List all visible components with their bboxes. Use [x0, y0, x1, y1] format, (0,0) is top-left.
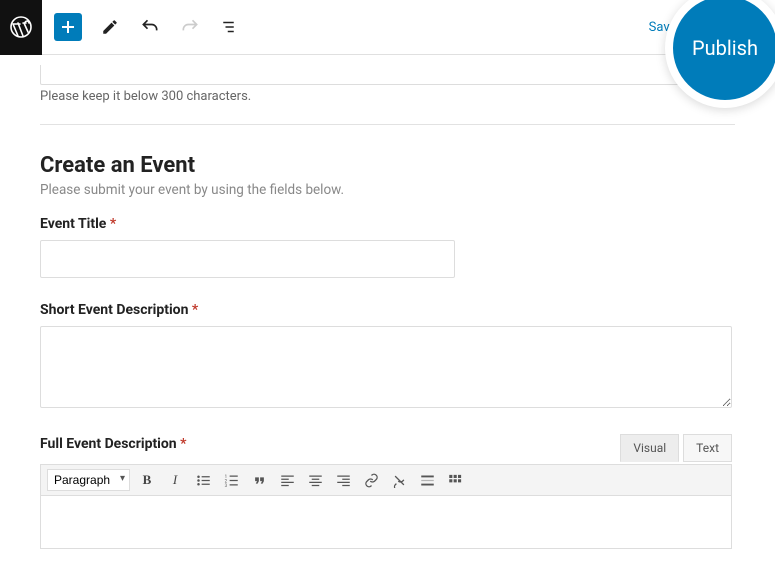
full-desc-editor-wrap: Visual Text Paragraph B I 123: [40, 464, 732, 549]
align-center-button[interactable]: [304, 469, 326, 491]
short-desc-label-text: Short Event Description: [40, 302, 188, 318]
publish-label: Publish: [692, 36, 758, 60]
blockquote-button[interactable]: [248, 469, 270, 491]
editor-toolbar: Paragraph B I 123: [41, 465, 731, 496]
svg-text:3: 3: [224, 483, 227, 487]
bulleted-list-button[interactable]: [192, 469, 214, 491]
event-title-label: Event Title *: [40, 216, 735, 232]
tab-visual[interactable]: Visual: [620, 434, 679, 462]
edit-icon[interactable]: [98, 15, 122, 39]
redo-icon[interactable]: [178, 15, 202, 39]
align-right-button[interactable]: [332, 469, 354, 491]
toolbar-toggle-button[interactable]: [444, 469, 466, 491]
numbered-list-button[interactable]: 123: [220, 469, 242, 491]
event-title-label-text: Event Title: [40, 216, 106, 232]
char-limit-help: Please keep it below 300 characters.: [40, 89, 735, 104]
italic-button[interactable]: I: [164, 469, 186, 491]
full-desc-label-text: Full Event Description: [40, 436, 177, 452]
editor-body[interactable]: [41, 496, 731, 548]
editor-topbar: Save draft: [0, 0, 775, 55]
insert-more-button[interactable]: [416, 469, 438, 491]
tab-text[interactable]: Text: [683, 434, 732, 462]
required-mark: *: [192, 302, 198, 318]
editor-tabs: Visual Text: [620, 434, 732, 462]
section-subtitle: Please submit your event by using the fi…: [40, 182, 735, 198]
unlink-button[interactable]: [388, 469, 410, 491]
section-title: Create an Event: [40, 153, 735, 178]
short-desc-textarea[interactable]: [40, 326, 732, 408]
outline-icon[interactable]: [218, 15, 242, 39]
format-select-wrap[interactable]: Paragraph: [47, 469, 130, 491]
editor-content: Please keep it below 300 characters. Cre…: [0, 55, 775, 549]
section-divider: [40, 124, 735, 125]
short-desc-label: Short Event Description *: [40, 302, 735, 318]
previous-field-fragment[interactable]: [40, 65, 735, 85]
add-block-button[interactable]: [54, 13, 82, 41]
align-left-button[interactable]: [276, 469, 298, 491]
link-button[interactable]: [360, 469, 382, 491]
required-mark: *: [180, 436, 186, 452]
format-select[interactable]: Paragraph: [47, 469, 130, 491]
bold-button[interactable]: B: [136, 469, 158, 491]
wordpress-logo[interactable]: [0, 0, 42, 55]
required-mark: *: [110, 216, 116, 232]
undo-icon[interactable]: [138, 15, 162, 39]
rich-editor: Paragraph B I 123: [40, 464, 732, 549]
event-title-input[interactable]: [40, 240, 455, 278]
block-tools: [42, 13, 242, 41]
